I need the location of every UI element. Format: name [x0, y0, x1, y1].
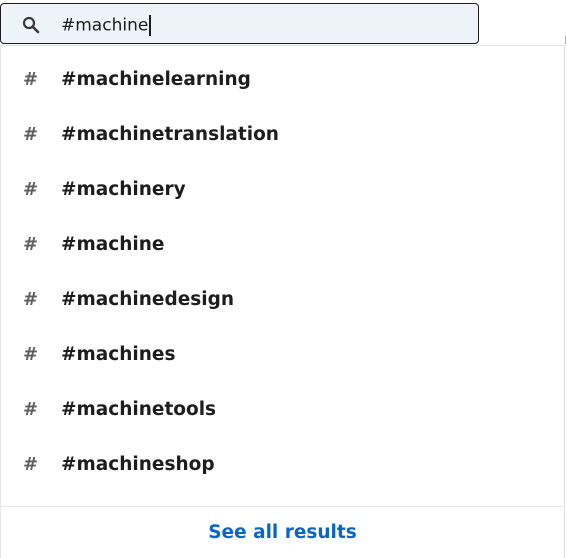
- hashtag-icon: #: [23, 454, 39, 475]
- suggestion-item[interactable]: # #machinelearning: [1, 54, 564, 109]
- suggestion-item[interactable]: # #machines: [1, 329, 564, 384]
- suggestion-label: #machine: [61, 234, 165, 255]
- hashtag-icon: #: [23, 344, 39, 365]
- hashtag-icon: #: [23, 179, 39, 200]
- hashtag-icon: #: [23, 69, 39, 90]
- search-input-value: #machine: [61, 15, 149, 36]
- search-box[interactable]: #machine: [0, 3, 479, 44]
- suggestion-item[interactable]: # #machine: [1, 219, 564, 274]
- see-all-results-button[interactable]: See all results: [1, 507, 564, 558]
- suggestion-label: #machinedesign: [61, 289, 235, 310]
- suggestion-label: #machinery: [61, 179, 186, 200]
- suggestion-label: #machinetools: [61, 399, 217, 420]
- suggestion-item[interactable]: # #machinetools: [1, 384, 564, 439]
- suggestion-label: #machinetranslation: [61, 124, 279, 145]
- hashtag-icon: #: [23, 399, 39, 420]
- suggestions-dropdown: # #machinelearning # #machinetranslation # #m…: [0, 45, 565, 558]
- suggestion-item[interactable]: # #machineshop: [1, 439, 564, 494]
- search-typeahead: #machine # #machinelearning # #machinetrans…: [0, 0, 567, 558]
- suggestion-label: #machineshop: [61, 454, 215, 475]
- suggestion-item[interactable]: # #machinetranslation: [1, 109, 564, 164]
- hashtag-icon: #: [23, 234, 39, 255]
- search-input[interactable]: #machine: [61, 15, 151, 37]
- suggestion-item[interactable]: # #machinedesign: [1, 274, 564, 329]
- hashtag-icon: #: [23, 124, 39, 145]
- search-icon: [22, 16, 40, 34]
- see-all-results-label: See all results: [208, 522, 357, 543]
- text-caret: [149, 15, 151, 36]
- suggestion-label: #machinelearning: [61, 69, 251, 90]
- suggestion-item[interactable]: # #machinery: [1, 164, 564, 219]
- hashtag-icon: #: [23, 289, 39, 310]
- window-edge: [565, 36, 566, 44]
- suggestion-label: #machines: [61, 344, 176, 365]
